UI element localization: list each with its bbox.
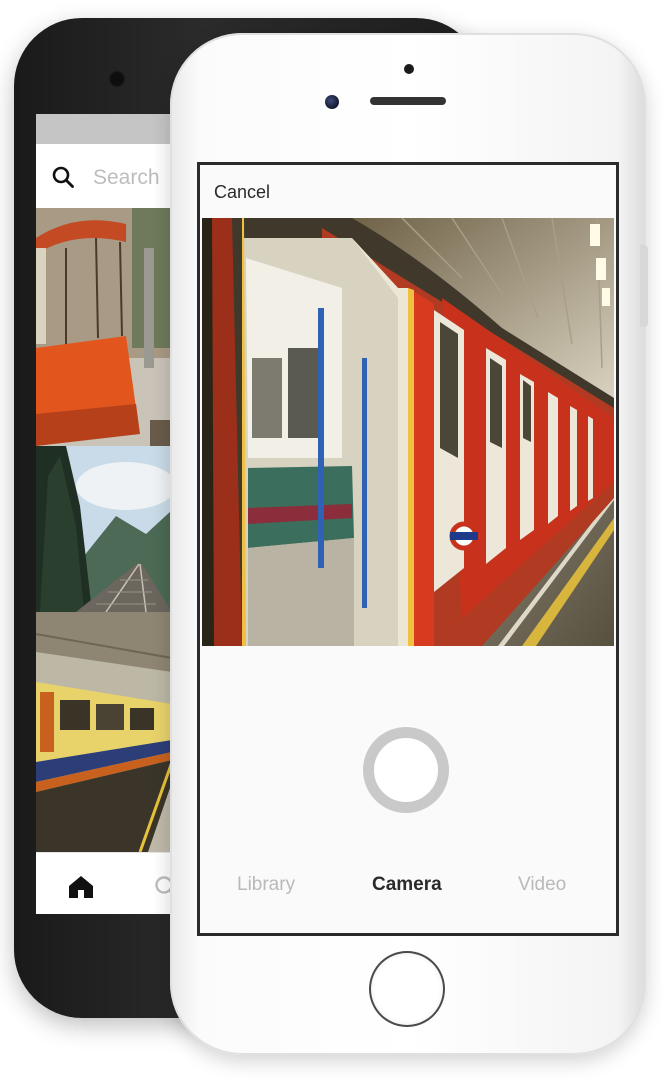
grid-photo-forest[interactable] (36, 446, 172, 612)
front-camera-lens (325, 95, 339, 109)
cancel-button[interactable]: Cancel (214, 182, 270, 203)
viewfinder-image (202, 218, 614, 646)
tab-video[interactable]: Video (518, 874, 566, 896)
search-input[interactable]: Search (93, 166, 160, 190)
train-photo-image (36, 612, 172, 852)
earpiece-speaker (370, 97, 446, 105)
camera-viewfinder[interactable] (202, 218, 614, 646)
tab-library[interactable]: Library (237, 874, 295, 896)
camera-header: Cancel (200, 165, 616, 217)
side-button (640, 245, 648, 327)
search-icon[interactable] (52, 166, 74, 188)
home-icon[interactable] (68, 875, 94, 899)
tab-camera[interactable]: Camera (372, 874, 442, 896)
camera-screen: Cancel Library Camera Video (197, 162, 619, 936)
camera-controls: Library Camera Video (200, 646, 616, 933)
shutter-button[interactable] (363, 727, 449, 813)
grid-photo-tram[interactable] (36, 208, 172, 446)
home-button[interactable] (371, 953, 443, 1025)
back-front-camera (108, 70, 126, 88)
proximity-sensor (404, 64, 414, 74)
grid-photo-train[interactable] (36, 612, 172, 852)
forest-photo-image (36, 446, 172, 612)
tram-photo-image (36, 208, 172, 446)
